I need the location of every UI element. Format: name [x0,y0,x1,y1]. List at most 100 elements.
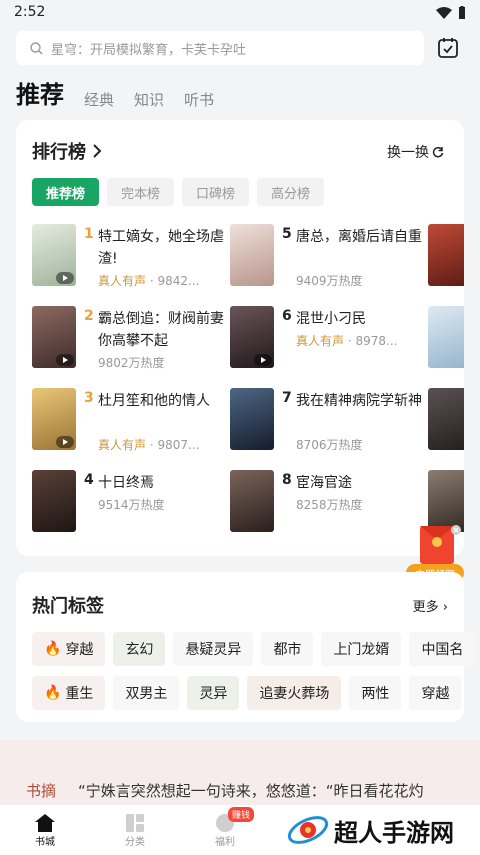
wifi-icon [436,6,452,19]
tag-label: 两性 [361,686,390,702]
book-meta: 真人有声 · 9842... [98,272,222,289]
rank-item[interactable]: 6 混世小刁民 真人有声 · 8978... [230,306,420,376]
digest-label: 书摘 [26,782,57,800]
nav-label: 书城 [35,836,55,848]
rank-item[interactable]: 4 十日终焉 9514万热度 [32,470,222,540]
book-meta: 真人有声 · 8978... [296,332,420,349]
book-cover [32,224,76,286]
more-label: 更多 [412,600,439,615]
rank-item[interactable]: 8 宦海官途 8258万热度 [230,470,420,540]
rank-item[interactable]: 5 唐总，离婚后请自重 9409万热度 [230,224,422,294]
book-title: 霸总倒追：财阀前妻你高攀不起 [98,311,224,349]
book-title: 混世小刁民 [296,311,366,327]
tag-row: 🔥 穿越 玄幻 悬疑灵异 都市 上门龙婿 中国名 [32,632,476,666]
chip-recommend[interactable]: 推荐榜 [32,178,100,206]
category-icon [126,813,144,832]
book-cover[interactable] [428,306,464,368]
rank-item[interactable]: 1 特工嫡女，她全场虐渣! 真人有声 · 9842... [32,224,224,294]
tag-label: 灵异 [199,686,228,702]
book-heat: 9802万热度 [98,356,165,370]
refresh-icon [432,146,444,158]
tag-chip[interactable]: 两性 [349,676,402,710]
tag-chip[interactable]: 双男主 [113,676,180,710]
book-title: 十日终焉 [98,475,154,491]
tab-audiobook[interactable]: 听书 [184,89,214,116]
tag-chip[interactable]: 🔥 重生 [32,676,106,710]
ranking-card: 排行榜 换一换 推荐榜 完本榜 口碑榜 高分榜 1 特工嫡女，她全场虐渣! 真人… [16,120,464,556]
tag-chip[interactable]: 中国名 [409,632,476,666]
tab-knowledge[interactable]: 知识 [134,89,164,116]
rank-number: 4 [84,472,94,488]
nav-category[interactable]: 分类 [90,805,180,855]
audio-icon [56,354,74,366]
hot-tags-title: 热门标签 [32,596,104,617]
ranking-title[interactable]: 排行榜 [32,138,102,164]
tag-label: 中国名 [421,642,464,658]
tag-label: 玄幻 [125,642,154,658]
book-cover[interactable] [428,224,464,286]
book-title: 唐总，离婚后请自重 [296,229,422,245]
audio-icon [56,436,74,448]
rank-number: 1 [84,226,94,242]
hot-tags-card: 热门标签 更多 › 🔥 穿越 玄幻 悬疑灵异 都市 上门龙婿 中国名 🔥 重生 双男… [16,572,476,722]
book-title: 宦海官途 [296,475,352,491]
watermark-emblem-icon [287,816,329,844]
fire-icon: 🔥 [44,685,62,701]
earn-badge: 赚钱 [228,807,255,822]
rank-number: 7 [282,390,292,406]
tag-label: 穿越 [65,642,94,658]
tag-chip[interactable]: 都市 [261,632,314,666]
tag-label: 都市 [273,642,302,658]
swap-button[interactable]: 换一换 [387,142,444,162]
nav-welfare[interactable]: 福利 赚钱 [180,805,270,855]
ranking-title-text: 排行榜 [32,142,86,163]
book-heat: · 9842... [146,274,200,288]
book-heat: · 8978... [344,334,398,348]
voice-tag: 真人有声 [98,274,147,288]
tag-chip[interactable]: 悬疑灵异 [173,632,254,666]
battery-icon [459,6,465,19]
tag-label: 双男主 [125,686,168,702]
tag-chip[interactable]: 灵异 [187,676,240,710]
rank-number: 6 [282,308,292,324]
rank-item[interactable]: 7 我在精神病院学斩神 8706万热度 [230,388,422,458]
tag-chip[interactable]: 追妻火葬场 [247,676,342,710]
tag-chip[interactable]: 上门龙婿 [321,632,402,666]
status-time: 2:52 [14,4,46,20]
audio-icon [56,272,74,284]
tag-chip[interactable]: 穿越 [409,676,462,710]
rank-number: 3 [84,390,94,406]
book-cover [32,306,76,368]
rank-number: 8 [282,472,292,488]
top-tabs: 推荐 经典 知识 听书 [16,76,214,116]
book-title: 杜月笙和他的情人 [98,393,210,409]
checkin-calendar-icon[interactable] [436,36,460,60]
audio-icon [254,354,272,366]
watermark-text: 超人手游网 [334,818,454,847]
tag-label: 重生 [65,686,94,702]
search-placeholder: 星穹：开局模拟繁育，卡芙卡孕吐 [51,42,247,58]
digest-quote: “宁姝言突然想起一句诗来，悠悠道：“昨日看花花灼 [78,782,424,800]
book-digest[interactable]: 书摘 “宁姝言突然想起一句诗来，悠悠道：“昨日看花花灼 [0,740,480,810]
book-title: 特工嫡女，她全场虐渣! [98,229,224,267]
book-heat: 8258万热度 [296,498,363,512]
book-cover [230,306,274,368]
tab-classic[interactable]: 经典 [84,89,114,116]
book-cover[interactable] [428,388,464,450]
tag-label: 上门龙婿 [333,642,390,658]
status-icons [436,6,466,19]
tag-label: 穿越 [421,686,450,702]
nav-bookstore[interactable]: 书城 [0,805,90,855]
tab-recommend[interactable]: 推荐 [16,75,64,116]
chip-high-score[interactable]: 高分榜 [257,178,325,206]
tag-chip[interactable]: 玄幻 [113,632,166,666]
voice-tag: 真人有声 [296,334,345,348]
tag-chip[interactable]: 🔥 穿越 [32,632,106,666]
search-input[interactable]: 星穹：开局模拟繁育，卡芙卡孕吐 [16,31,424,65]
chip-reputation[interactable]: 口碑榜 [182,178,250,206]
rank-item[interactable]: 3 杜月笙和他的情人 真人有声 · 9807... [32,388,222,458]
chip-completed[interactable]: 完本榜 [107,178,175,206]
rank-item[interactable]: 2 霸总倒追：财阀前妻你高攀不起 9802万热度 [32,306,224,376]
book-cover [230,224,274,286]
more-link[interactable]: 更多 › [413,596,448,615]
